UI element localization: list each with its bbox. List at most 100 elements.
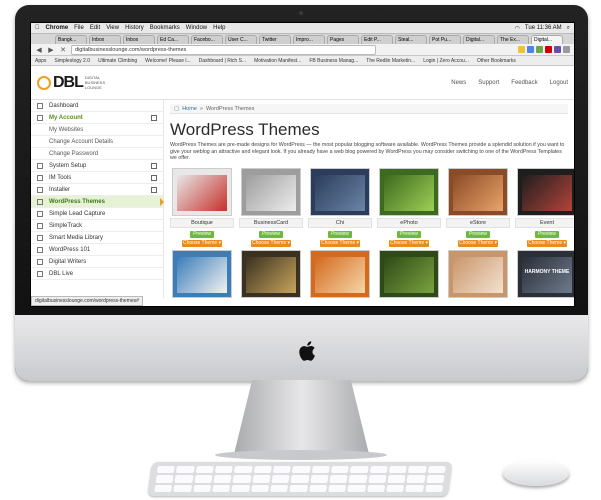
sidebar-item[interactable]: Change Account Details — [31, 136, 163, 148]
preview-button[interactable]: Preview — [328, 230, 352, 238]
preview-button[interactable]: Preview — [466, 230, 490, 238]
theme-thumbnail-art — [384, 256, 434, 293]
back-icon[interactable]: ◀ — [35, 46, 43, 54]
menu-app-name[interactable]: Chrome — [46, 25, 69, 31]
extension-icon[interactable] — [518, 46, 525, 53]
preview-button[interactable]: Preview — [259, 230, 283, 238]
browser-tab[interactable]: Pot Pu... — [429, 35, 461, 44]
sidebar-item[interactable]: My Account — [31, 112, 163, 124]
browser-tab[interactable]: Twitter — [259, 35, 291, 44]
wifi-icon[interactable]: ◠ — [515, 25, 520, 32]
menu-file[interactable]: File — [74, 25, 84, 31]
clock[interactable]: Tue 11:36 AM — [525, 25, 562, 32]
nav-support[interactable]: Support — [478, 80, 499, 86]
browser-tab[interactable]: Pages — [327, 35, 359, 44]
keyboard-key — [212, 484, 231, 492]
menu-history[interactable]: History — [125, 25, 144, 31]
nav-news[interactable]: News — [451, 80, 466, 86]
sidebar-item[interactable]: My Websites — [31, 124, 163, 136]
bookmark-item[interactable]: Ultimate Climbing — [98, 58, 137, 64]
close-icon[interactable]: ✕ — [59, 46, 67, 54]
breadcrumb-home[interactable]: Home — [182, 106, 197, 112]
menu-window[interactable]: Window — [186, 25, 207, 31]
browser-tab[interactable]: Digital... — [463, 35, 495, 44]
bookmark-item[interactable]: Welcome! Please l... — [145, 58, 190, 64]
theme-thumbnail[interactable] — [517, 167, 574, 216]
menu-bookmarks[interactable]: Bookmarks — [150, 25, 180, 31]
extension-icon[interactable] — [536, 46, 543, 53]
browser-tab[interactable]: Ed Ca... — [157, 35, 189, 44]
sidebar-item[interactable]: Smart Media Library — [31, 232, 163, 244]
browser-tab[interactable]: The Ex... — [497, 35, 529, 44]
expand-toggle-icon[interactable] — [151, 174, 157, 181]
browser-tab[interactable]: Inbox — [123, 35, 155, 44]
expand-toggle-icon[interactable] — [151, 186, 157, 193]
bookmark-item[interactable]: Dashboard | Rich S... — [199, 58, 246, 64]
keyboard-key — [405, 484, 424, 492]
expand-toggle-icon[interactable] — [151, 114, 157, 121]
sidebar-item[interactable]: Change Password — [31, 148, 163, 160]
sidebar-item[interactable]: SimpleTrack — [31, 220, 163, 232]
sidebar-item[interactable]: Installer — [31, 184, 163, 196]
choose-theme-button[interactable]: Choose Theme ▾ — [389, 239, 429, 247]
apple-menu-icon[interactable]:  — [35, 25, 40, 31]
preview-button[interactable]: Preview — [397, 230, 421, 238]
choose-theme-button[interactable]: Choose Theme ▾ — [527, 239, 567, 247]
choose-theme-button[interactable]: Choose Theme ▾ — [320, 239, 360, 247]
menu-icon[interactable] — [563, 46, 570, 53]
bookmark-item[interactable]: Apps — [35, 58, 46, 64]
bookmark-item[interactable]: Motivation Manifest... — [254, 58, 301, 64]
choose-theme-button[interactable]: Choose Theme ▾ — [458, 239, 498, 247]
browser-tab[interactable]: Facebo... — [191, 35, 223, 44]
browser-tab[interactable]: Inbox — [89, 35, 121, 44]
theme-thumbnail[interactable] — [172, 167, 232, 216]
sidebar-item[interactable]: Digital Writers — [31, 256, 163, 268]
sidebar-item[interactable]: WordPress Themes — [31, 196, 164, 208]
theme-thumbnail[interactable] — [241, 167, 301, 216]
extension-icon[interactable] — [545, 46, 552, 53]
menu-edit[interactable]: Edit — [90, 25, 100, 31]
browser-tab[interactable]: Digital... — [531, 35, 563, 44]
sidebar-item[interactable]: DBL Live — [31, 268, 163, 280]
url-field[interactable]: digitalbusinesslounge.com/wordpress-them… — [71, 44, 376, 55]
theme-thumbnail[interactable] — [379, 167, 439, 216]
preview-button[interactable]: Preview — [190, 230, 214, 238]
keyboard-key — [289, 484, 308, 492]
sidebar-item[interactable]: Dashboard — [31, 100, 163, 112]
theme-thumbnail[interactable] — [310, 167, 370, 216]
sidebar-item[interactable]: System Setup — [31, 160, 163, 172]
menu-view[interactable]: View — [106, 25, 119, 31]
browser-tab[interactable]: User C... — [225, 35, 257, 44]
theme-thumbnail[interactable] — [379, 249, 439, 298]
site-logo[interactable]: DBL DIGITAL BUSINESS LOUNGE — [37, 74, 111, 92]
bookmark-item[interactable]: The Redlin Marketin... — [366, 58, 415, 64]
browser-tab[interactable]: Impro... — [293, 35, 325, 44]
sidebar-item[interactable]: Simple Lead Capture — [31, 208, 163, 220]
theme-thumbnail[interactable]: HARMONY THEME — [517, 249, 574, 298]
bookmark-item[interactable]: Simplestogy 2.0 — [54, 58, 90, 64]
nav-logout[interactable]: Logout — [550, 80, 568, 86]
sidebar-item[interactable]: WordPress 101 — [31, 244, 163, 256]
choose-theme-button[interactable]: Choose Theme ▾ — [251, 239, 291, 247]
nav-feedback[interactable]: Feedback — [511, 80, 537, 86]
browser-tab[interactable]: Edit P... — [361, 35, 393, 44]
theme-thumbnail[interactable] — [448, 167, 508, 216]
extension-icon[interactable] — [554, 46, 561, 53]
bookmark-item[interactable]: FB Business Manag... — [309, 58, 358, 64]
extension-icon[interactable] — [527, 46, 534, 53]
sidebar-item[interactable]: IM Tools — [31, 172, 163, 184]
menu-help[interactable]: Help — [213, 25, 225, 31]
bookmark-item[interactable]: Login | Zero Accou... — [423, 58, 469, 64]
bookmark-item[interactable]: Other Bookmarks — [477, 58, 516, 64]
theme-thumbnail[interactable] — [241, 249, 301, 298]
theme-thumbnail[interactable] — [172, 249, 232, 298]
expand-toggle-icon[interactable] — [151, 162, 157, 169]
spotlight-icon[interactable]: ⌕ — [567, 25, 570, 32]
theme-thumbnail[interactable] — [448, 249, 508, 298]
preview-button[interactable]: Preview — [535, 230, 559, 238]
choose-theme-button[interactable]: Choose Theme ▾ — [182, 239, 222, 247]
forward-icon[interactable]: ▶ — [47, 46, 55, 54]
browser-tab[interactable]: Bangk... — [55, 35, 87, 44]
theme-thumbnail[interactable] — [310, 249, 370, 298]
browser-tab[interactable]: Steal... — [395, 35, 427, 44]
